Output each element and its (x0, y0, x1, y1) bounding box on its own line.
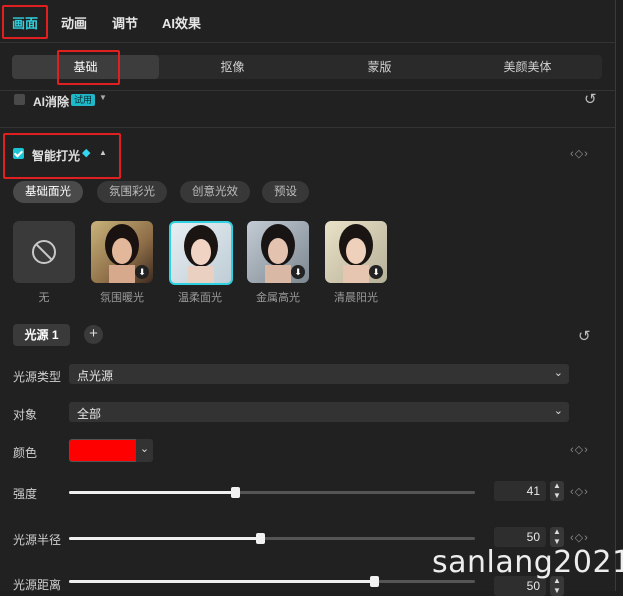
light-source-tab[interactable]: 光源 1 (13, 324, 70, 346)
keyframe-nav-icon[interactable]: ‹◇› (570, 147, 589, 160)
stepper-icon[interactable]: ▲ ▼ (550, 481, 564, 501)
stepper-icon[interactable]: ▲ ▼ (550, 527, 564, 547)
subtab-cutout[interactable]: 抠像 (159, 55, 306, 79)
distance-slider[interactable] (69, 576, 475, 587)
intensity-slider[interactable] (69, 487, 475, 498)
reset-icon[interactable]: ↺ (584, 90, 597, 108)
pill-ambient-color[interactable]: 氛围彩光 (97, 181, 167, 203)
preset-caption: 氛围暖光 (100, 292, 144, 304)
color-swatch[interactable] (69, 439, 137, 462)
target-value: 全部 (77, 407, 102, 421)
download-icon[interactable]: ⬇ (135, 265, 149, 279)
caret-up-icon[interactable]: ▲ (99, 148, 107, 157)
pill-creative-effects[interactable]: 创意光效 (180, 181, 250, 203)
reset-icon[interactable]: ↺ (578, 327, 591, 345)
color-dropdown-icon[interactable]: ⌄ (136, 439, 153, 462)
chevron-down-icon: ⌄ (553, 367, 563, 379)
trial-badge: 试用 (71, 94, 96, 106)
add-light-source-button[interactable]: + (84, 325, 103, 344)
preset-morning-sun[interactable]: ⬇ (325, 221, 387, 283)
smart-light-checkbox[interactable] (13, 148, 24, 159)
tab-adjust[interactable]: 调节 (112, 13, 138, 32)
preset-caption: 金属高光 (256, 292, 300, 304)
slider-knob[interactable] (369, 576, 379, 587)
top-tab-bar: 画面 动画 调节 AI效果 (0, 0, 615, 43)
keyframe-nav-icon[interactable]: ‹◇› (570, 443, 589, 456)
ai-erase-checkbox[interactable] (14, 94, 25, 105)
smart-light-label: 智能打光 (32, 149, 81, 163)
download-icon[interactable]: ⬇ (369, 265, 383, 279)
slider-knob[interactable] (255, 533, 265, 544)
preset-caption: 无 (38, 292, 50, 304)
slider-fill (69, 537, 260, 540)
keyframe-nav-icon[interactable]: ‹◇› (570, 531, 589, 544)
keyframe-nav-icon[interactable]: ‹◇› (570, 485, 589, 498)
divider (0, 127, 615, 128)
none-icon (32, 240, 56, 264)
target-label: 对象 (13, 408, 38, 422)
diamond-icon: ◆ (82, 147, 91, 159)
ai-erase-label: AI消除 (33, 95, 70, 109)
radius-value[interactable]: 50 (494, 527, 546, 547)
preset-none[interactable] (13, 221, 75, 283)
intensity-value[interactable]: 41 (494, 481, 546, 501)
slider-knob[interactable] (231, 487, 241, 498)
tab-animation[interactable]: 动画 (61, 13, 87, 32)
preset-soft-face[interactable] (169, 221, 233, 285)
portrait-image (184, 225, 218, 283)
light-type-select[interactable]: 点光源 ⌄ (69, 364, 569, 384)
light-type-label: 光源类型 (13, 370, 62, 384)
light-type-value: 点光源 (77, 369, 114, 383)
pill-basic-facelight[interactable]: 基础面光 (13, 181, 83, 203)
subtab-basic[interactable]: 基础 (12, 55, 159, 79)
download-icon[interactable]: ⬇ (291, 265, 305, 279)
radius-label: 光源半径 (13, 533, 62, 547)
intensity-label: 强度 (13, 487, 38, 501)
preset-metal-highlight[interactable]: ⬇ (247, 221, 309, 283)
preset-caption: 清晨阳光 (334, 292, 378, 304)
color-label: 颜色 (13, 446, 38, 460)
pill-presets[interactable]: 预设 (262, 181, 309, 203)
preset-caption: 温柔面光 (178, 292, 222, 304)
distance-label: 光源距离 (13, 578, 62, 592)
watermark: sanlang2021 (432, 545, 623, 580)
subtab-beauty[interactable]: 美颜美体 (453, 55, 602, 79)
tab-picture[interactable]: 画面 (12, 13, 38, 32)
subtab-mask[interactable]: 蒙版 (306, 55, 453, 79)
properties-panel: 画面 动画 调节 AI效果 基础 抠像 蒙版 美颜美体 AI消除 试用 ▼ ↺ … (0, 0, 616, 596)
chevron-down-icon: ⌄ (553, 405, 563, 417)
tab-ai-effects[interactable]: AI效果 (162, 13, 201, 32)
slider-fill (69, 491, 236, 494)
divider (0, 90, 615, 91)
target-select[interactable]: 全部 ⌄ (69, 402, 569, 422)
caret-down-icon[interactable]: ▼ (99, 93, 107, 102)
radius-slider[interactable] (69, 533, 475, 544)
preset-warm-ambient[interactable]: ⬇ (91, 221, 153, 283)
slider-fill (69, 580, 374, 583)
sub-tab-bar: 基础 抠像 蒙版 美颜美体 (12, 55, 602, 79)
